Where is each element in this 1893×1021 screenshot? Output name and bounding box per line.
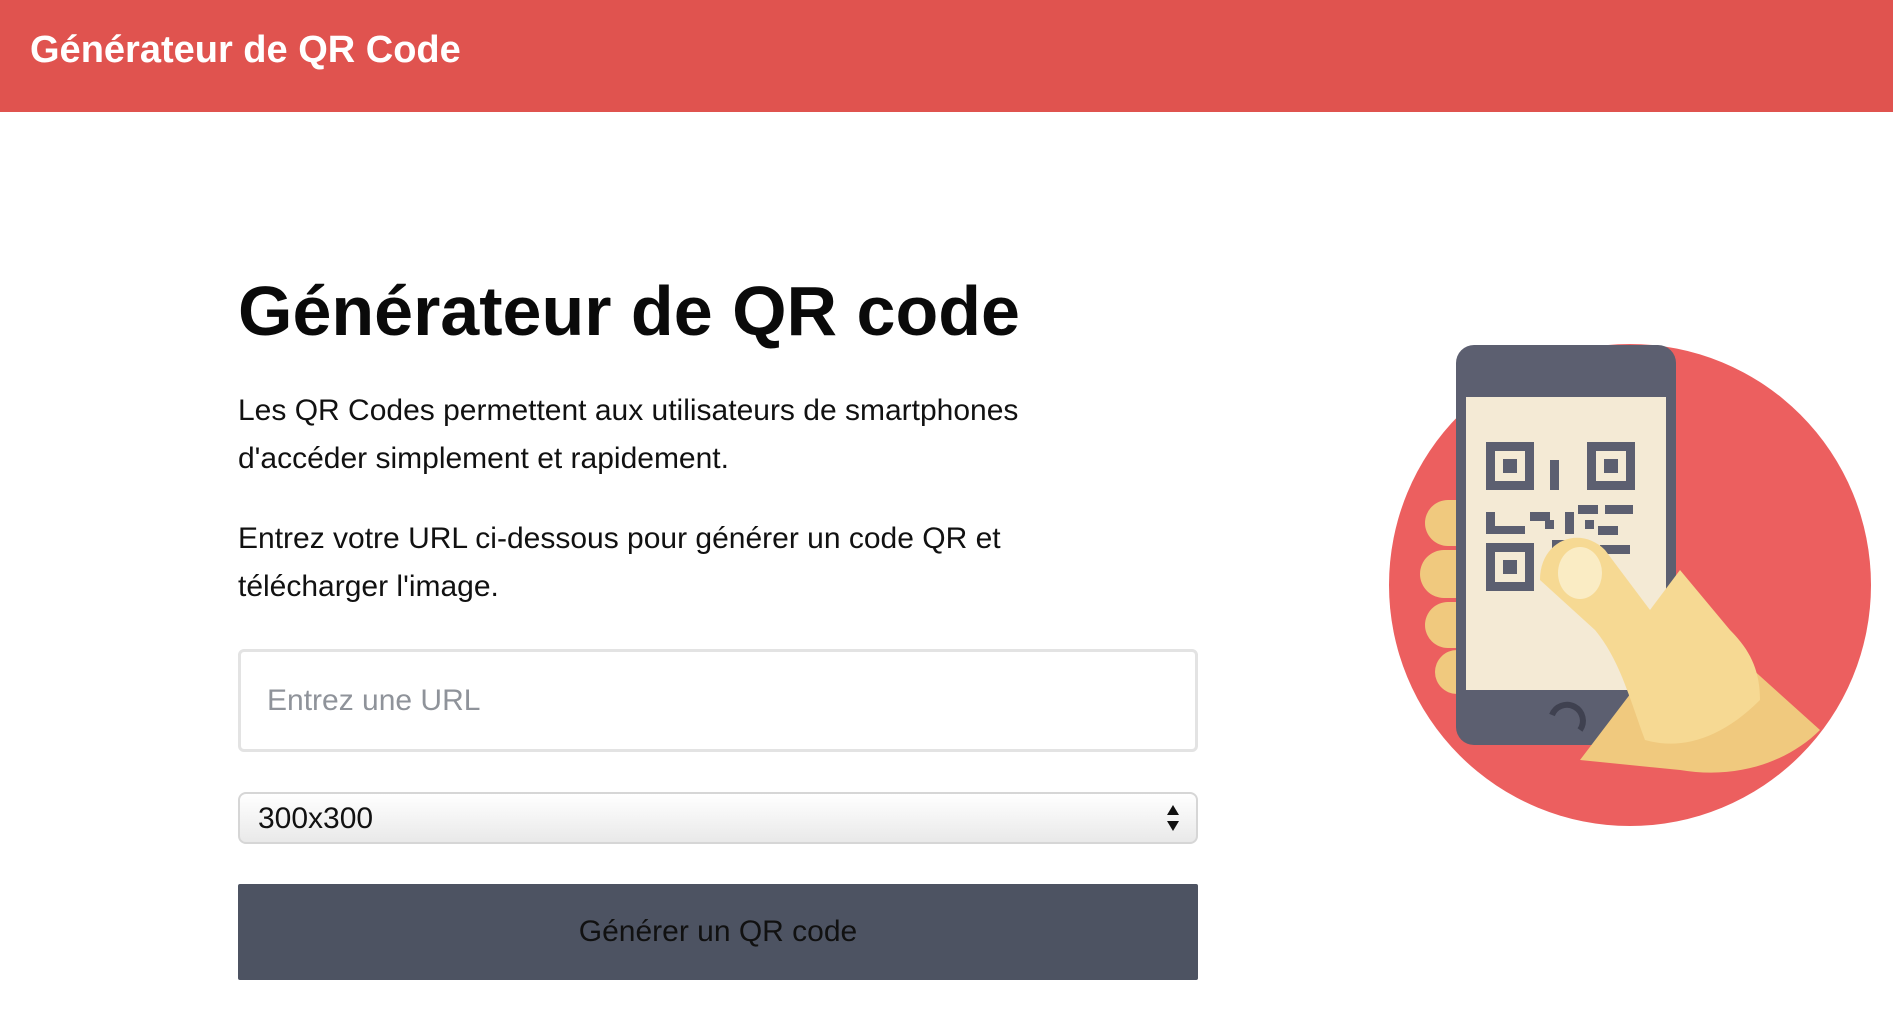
phone-scanning-qr-illustration	[1389, 344, 1871, 826]
intro-text: Les QR Codes permettent aux utilisateurs…	[238, 394, 1019, 475]
thumbnail-icon	[1558, 547, 1602, 599]
instruction-text: Entrez votre URL ci-dessous pour générer…	[238, 522, 1001, 603]
url-input[interactable]	[238, 649, 1198, 752]
top-navbar: Générateur de QR Code	[0, 0, 1893, 112]
page-title: Générateur de QR code	[238, 272, 1020, 350]
main-content: Générateur de QR code Les QR Codes perme…	[238, 265, 1198, 980]
size-select[interactable]: 300x300	[238, 792, 1198, 844]
generate-button[interactable]: Générer un QR code	[238, 884, 1198, 980]
brand-title[interactable]: Générateur de QR Code	[30, 24, 461, 76]
size-select-value: 300x300	[258, 802, 374, 835]
select-arrows-icon	[1167, 805, 1179, 831]
